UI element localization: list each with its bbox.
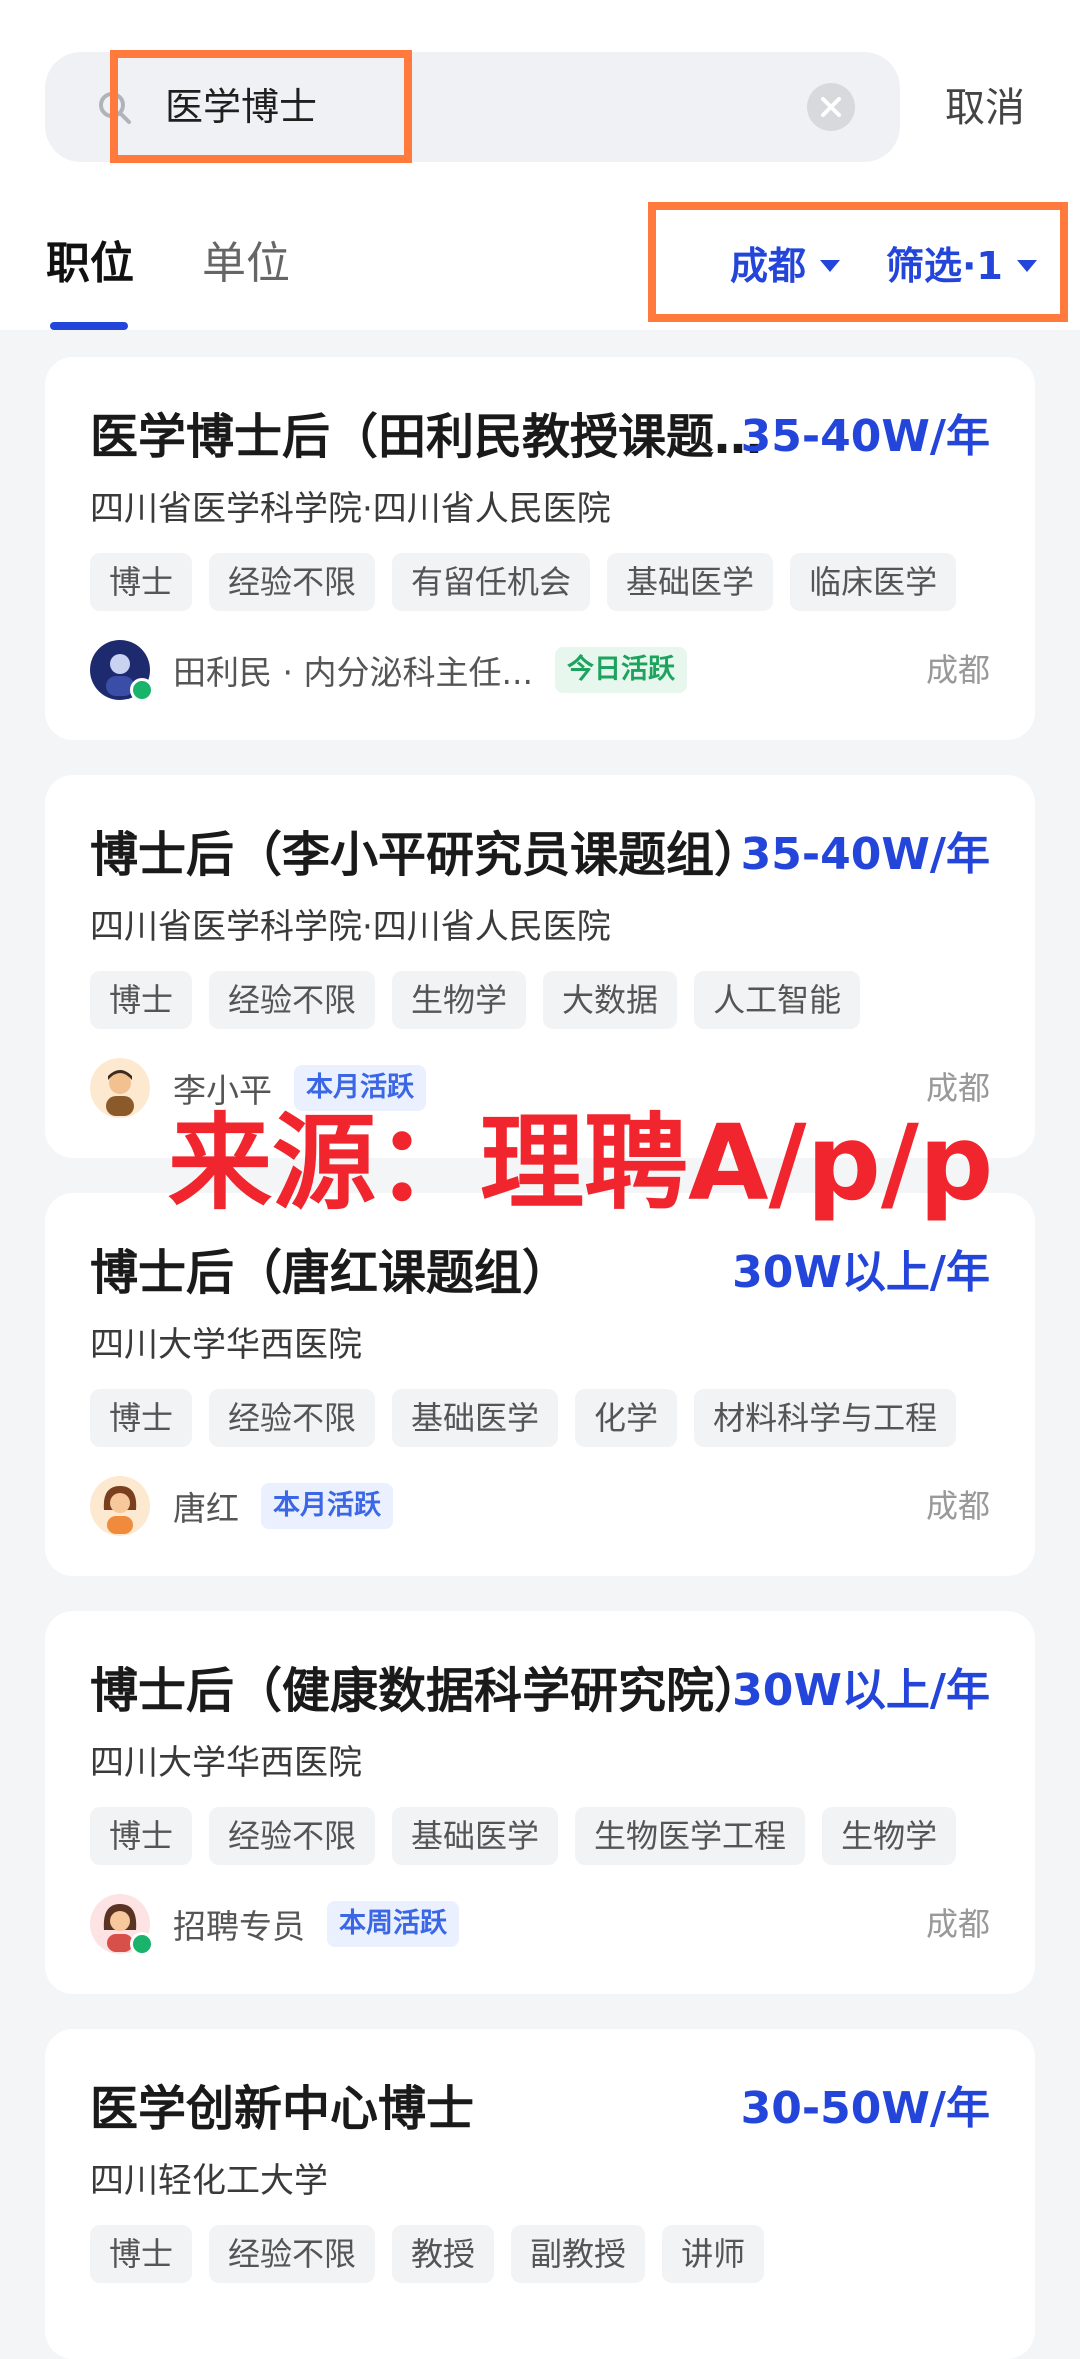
job-salary: 35-40W/年: [740, 829, 990, 880]
filter-button[interactable]: 筛选·1: [886, 238, 1037, 294]
online-indicator: [130, 678, 154, 702]
job-tag: 博士: [90, 553, 193, 611]
job-tag: 讲师: [662, 2225, 765, 2283]
recruiter-info: 田利民 · 内分泌科主任... 今日活跃: [90, 639, 687, 702]
job-title: 博士后（唐红课题组）: [90, 1245, 571, 1301]
avatar: [90, 640, 154, 702]
activity-badge: 本月活跃: [261, 1483, 393, 1529]
job-tag: 教授: [392, 2225, 495, 2283]
job-company: 四川省医学科学院·四川省人民医院: [90, 489, 611, 529]
job-tag: 基础医学: [392, 1389, 559, 1447]
job-tag: 基础医学: [392, 1807, 559, 1865]
job-tag: 副教授: [511, 2225, 646, 2283]
job-company: 四川大学华西医院: [90, 1325, 362, 1365]
active-tab-indicator: [50, 322, 128, 330]
clear-search-button[interactable]: [807, 83, 855, 131]
avatar: [90, 1476, 150, 1536]
job-tag: 生物学: [822, 1807, 957, 1865]
search-icon: [99, 92, 131, 124]
header: 医学博士 取消 职位 单位 成都 筛选·1: [0, 0, 1080, 330]
recruiter-name: 田利民 · 内分泌科主任...: [173, 653, 533, 692]
job-tag: 经验不限: [209, 1807, 376, 1865]
job-company: 四川轻化工大学: [90, 2161, 328, 2201]
job-tags: 博士 经验不限 有留任机会 基础医学 临床医学: [90, 553, 957, 611]
job-city: 成都: [925, 1487, 990, 1525]
recruiter-name: 唐红: [173, 1489, 239, 1528]
search-input[interactable]: 医学博士: [165, 80, 317, 134]
job-title: 博士后（李小平研究员课题组）: [90, 827, 763, 883]
job-tag: 基础医学: [607, 553, 774, 611]
job-tag: 材料科学与工程: [694, 1389, 957, 1447]
activity-badge: 本周活跃: [327, 1901, 459, 1947]
job-title: 医学创新中心博士: [90, 2081, 475, 2137]
recruiter-info: 招聘专员 本周活跃: [90, 1893, 459, 1956]
job-tag: 临床医学: [790, 553, 957, 611]
search-bar[interactable]: 医学博士: [45, 52, 900, 162]
job-tag: 生物医学工程: [575, 1807, 806, 1865]
cancel-button[interactable]: 取消: [945, 80, 1025, 136]
city-filter[interactable]: 成都: [730, 238, 841, 294]
job-card[interactable]: 博士后（健康数据科学研究院） 30W以上/年 四川大学华西医院 博士 经验不限 …: [45, 1611, 1035, 1994]
tab-positions[interactable]: 职位: [46, 234, 134, 294]
job-title: 博士后（健康数据科学研究院）: [90, 1663, 763, 1719]
job-tag: 博士: [90, 1807, 193, 1865]
activity-badge: 今日活跃: [554, 647, 687, 693]
caret-down-icon: [820, 260, 841, 272]
caret-down-icon: [1016, 260, 1037, 272]
job-tag: 化学: [575, 1389, 678, 1447]
job-tag: 有留任机会: [392, 553, 591, 611]
job-tag: 经验不限: [209, 1389, 376, 1447]
job-tag: 人工智能: [694, 971, 861, 1029]
close-icon: [821, 97, 841, 117]
job-company: 四川省医学科学院·四川省人民医院: [90, 907, 611, 947]
recruiter-name: 招聘专员: [173, 1907, 305, 1946]
job-city: 成都: [925, 651, 990, 689]
job-salary: 30-50W/年: [740, 2083, 990, 2134]
filter-label: 筛选·1: [886, 244, 1003, 288]
tab-employers[interactable]: 单位: [202, 234, 290, 294]
job-tag: 经验不限: [209, 971, 376, 1029]
job-card[interactable]: 博士后（唐红课题组） 30W以上/年 四川大学华西医院 博士 经验不限 基础医学…: [45, 1193, 1035, 1576]
job-tag: 博士: [90, 1389, 193, 1447]
avatar: [90, 1058, 150, 1118]
job-tag: 经验不限: [209, 2225, 376, 2283]
job-title: 医学博士后（田利民教授课题组）: [90, 409, 780, 465]
job-company: 四川大学华西医院: [90, 1743, 362, 1783]
job-tags: 博士 经验不限 教授 副教授 讲师: [90, 2225, 765, 2283]
online-indicator: [130, 1932, 154, 1956]
job-tag: 博士: [90, 2225, 193, 2283]
job-salary: 35-40W/年: [740, 411, 990, 462]
job-salary: 30W以上/年: [732, 1665, 990, 1716]
job-tags: 博士 经验不限 生物学 大数据 人工智能: [90, 971, 861, 1029]
source-watermark: 来源：理聘A/p/p: [168, 1102, 994, 1224]
job-city: 成都: [925, 1905, 990, 1943]
job-tag: 经验不限: [209, 553, 376, 611]
job-card[interactable]: 医学博士后（田利民教授课题组） 35-40W/年 四川省医学科学院·四川省人民医…: [45, 357, 1035, 740]
job-tag: 博士: [90, 971, 193, 1029]
job-tags: 博士 经验不限 基础医学 生物医学工程 生物学: [90, 1807, 957, 1865]
job-tag: 生物学: [392, 971, 527, 1029]
job-salary: 30W以上/年: [732, 1247, 990, 1298]
recruiter-info: 唐红 本月活跃: [90, 1475, 393, 1537]
job-tag: 大数据: [543, 971, 678, 1029]
avatar: [90, 1894, 154, 1956]
city-filter-label: 成都: [730, 244, 807, 288]
job-tags: 博士 经验不限 基础医学 化学 材料科学与工程: [90, 1389, 957, 1447]
